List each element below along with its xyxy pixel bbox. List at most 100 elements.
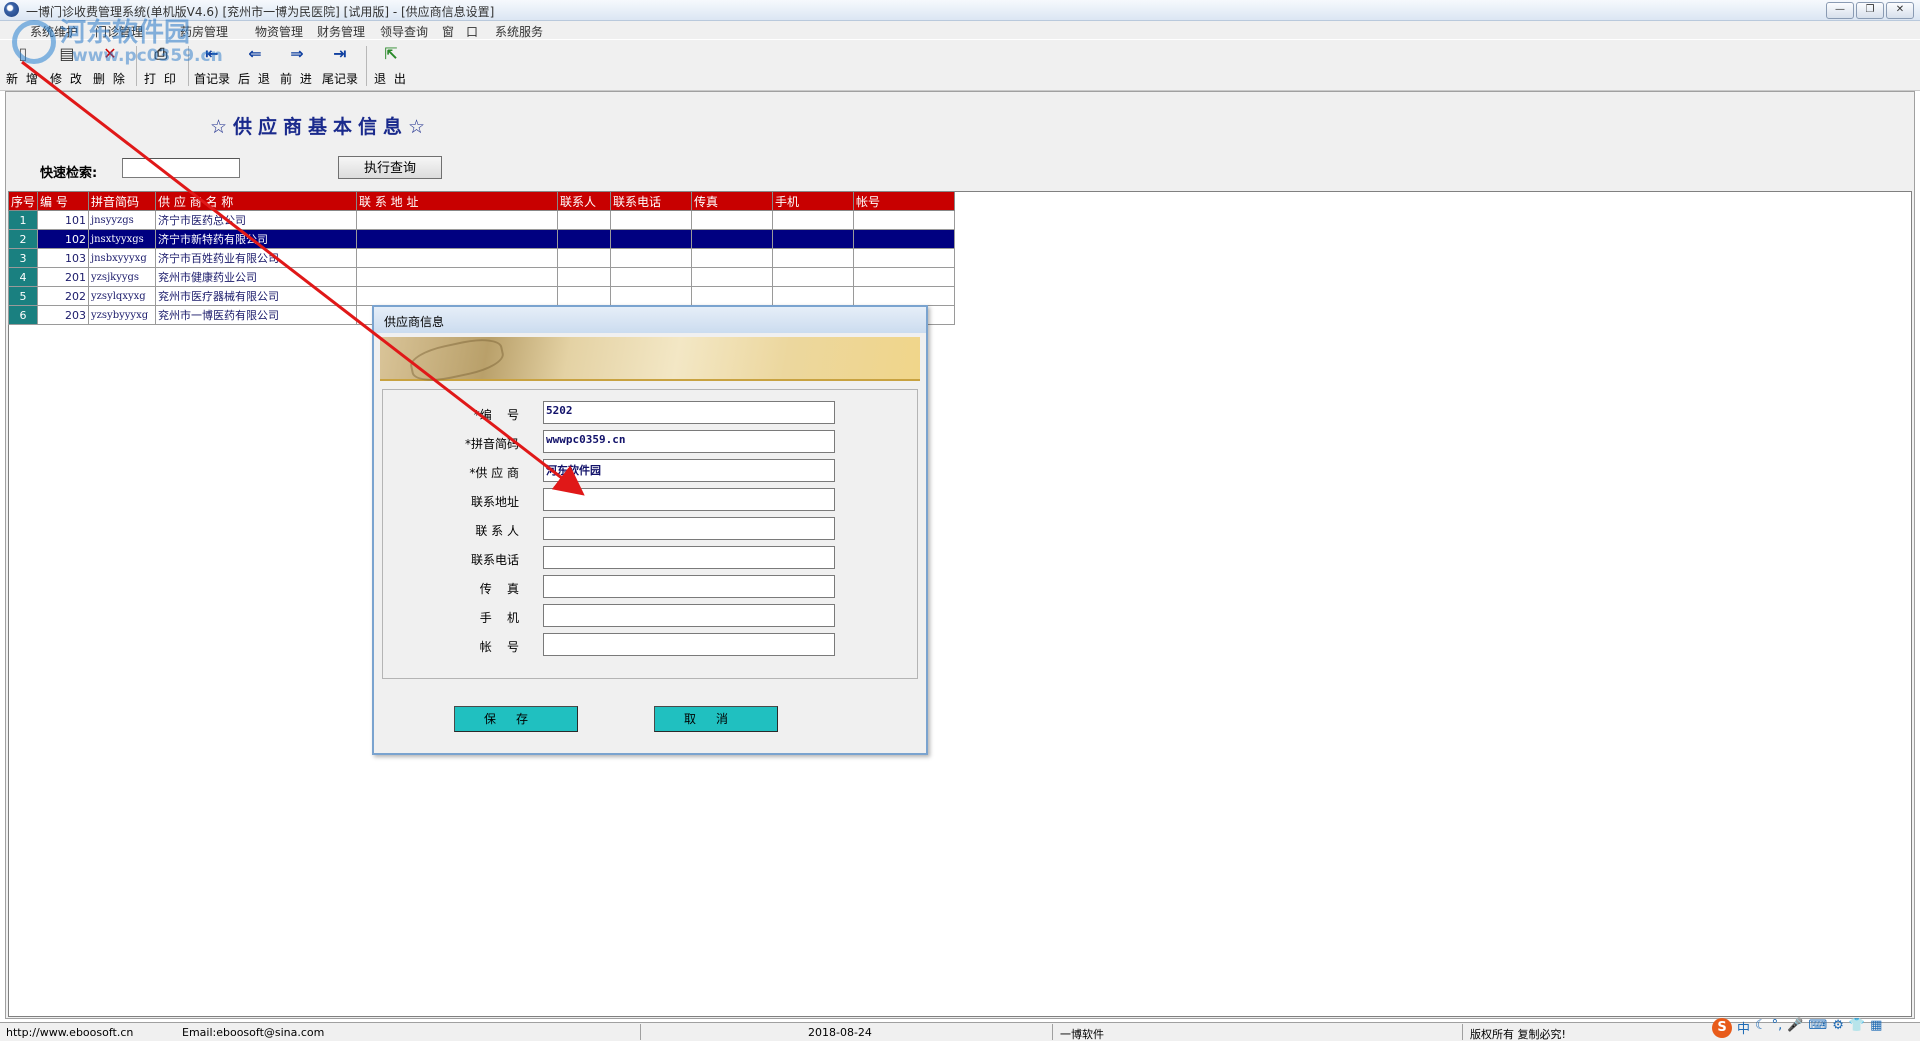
- phone-field[interactable]: [543, 546, 835, 569]
- supplier-name-field[interactable]: 河东软件园: [543, 459, 835, 482]
- punctuation-icon[interactable]: °,: [1772, 1018, 1783, 1040]
- app-icon: [4, 2, 19, 17]
- column-header-address[interactable]: 联 系 地 址: [356, 191, 559, 211]
- cell-contact: [557, 248, 612, 268]
- cell-address: [356, 286, 559, 306]
- dialog-title-bar[interactable]: 供应商信息: [374, 307, 926, 333]
- mobile-field[interactable]: [543, 604, 835, 627]
- column-header-pinyin[interactable]: 拼音简码: [88, 191, 157, 211]
- close-button[interactable]: ✕: [1886, 2, 1914, 19]
- cell-name: 济宁市新特药有限公司: [155, 229, 358, 249]
- cell-code: 101: [37, 210, 90, 230]
- menu-finance[interactable]: 财务管理: [317, 23, 365, 40]
- save-button[interactable]: 保存: [454, 706, 578, 732]
- supplier-info-dialog: 供应商信息 *编 号 5202 *拼音简码 wwwpc0359.cn *供 应 …: [372, 305, 928, 755]
- menu-leader-query[interactable]: 领导查询: [380, 23, 428, 40]
- field-label-contact: 联 系 人: [475, 524, 519, 538]
- cell-pinyin: yzsylqxyxg: [88, 286, 157, 306]
- watermark-logo: [12, 20, 56, 64]
- cell-code: 203: [37, 305, 90, 325]
- cell-mobile: [772, 286, 855, 306]
- field-label-fax: 传 真: [479, 582, 519, 596]
- cell-name: 兖州市医疗器械有限公司: [155, 286, 358, 306]
- last-record-button[interactable]: ⇥ 尾记录: [322, 44, 358, 87]
- table-header-row: 序号 编 号 拼音简码 供 应 商 名 称 联 系 地 址 联系人 联系电话 传…: [7, 191, 956, 211]
- account-field[interactable]: [543, 633, 835, 656]
- cell-account: [853, 229, 956, 249]
- cell-mobile: [772, 267, 855, 287]
- cell-seq: 6: [7, 305, 39, 325]
- column-header-seq[interactable]: 序号: [7, 191, 39, 211]
- cell-address: [356, 210, 559, 230]
- column-header-phone[interactable]: 联系电话: [610, 191, 693, 211]
- exit-button[interactable]: ⇱ 退 出: [374, 44, 408, 87]
- status-email: Email:eboosoft@sina.com: [182, 1026, 325, 1039]
- cell-account: [853, 286, 956, 306]
- cell-account: [853, 267, 956, 287]
- status-divider: [1462, 1024, 1463, 1040]
- address-field[interactable]: [543, 488, 835, 511]
- cancel-button[interactable]: 取消: [654, 706, 778, 732]
- cell-pinyin: yzsjkyygs: [88, 267, 157, 287]
- cell-seq: 3: [7, 248, 39, 268]
- cell-pinyin: jnsyyzgs: [88, 210, 157, 230]
- table-row[interactable]: 1 101 jnsyyzgs 济宁市医药总公司: [7, 210, 956, 230]
- cell-address: [356, 248, 559, 268]
- cell-mobile: [772, 210, 855, 230]
- menu-supplies[interactable]: 物资管理: [255, 23, 303, 40]
- next-button[interactable]: ⇒ 前 进: [280, 44, 314, 87]
- cell-pinyin: jnsbxyyyxg: [88, 248, 157, 268]
- table-row[interactable]: 3 103 jnsbxyyyxg 济宁市百姓药业有限公司: [7, 248, 956, 268]
- cell-name: 兖州市健康药业公司: [155, 267, 358, 287]
- field-label-code: *编 号: [473, 408, 519, 422]
- restore-button[interactable]: ❐: [1856, 2, 1884, 19]
- cell-phone: [610, 286, 693, 306]
- code-field[interactable]: 5202: [543, 401, 835, 424]
- menu-window[interactable]: 窗 口: [442, 23, 478, 40]
- contact-field[interactable]: [543, 517, 835, 540]
- cell-address: [356, 229, 559, 249]
- sogou-ime-icon[interactable]: S: [1712, 1018, 1732, 1038]
- status-divider: [1052, 1024, 1053, 1040]
- field-label-phone: 联系电话: [470, 553, 519, 567]
- moon-icon[interactable]: ☾: [1755, 1018, 1767, 1040]
- search-input[interactable]: [122, 158, 240, 178]
- cell-name: 济宁市医药总公司: [155, 210, 358, 230]
- column-header-name[interactable]: 供 应 商 名 称: [155, 191, 358, 211]
- settings-icon[interactable]: ⚙: [1832, 1018, 1844, 1040]
- exit-door-icon: ⇱: [384, 44, 398, 63]
- title-bar: 一博门诊收费管理系统(单机版V4.6) [兖州市一博为民医院] [试用版] - …: [0, 0, 1920, 21]
- ime-chinese-mode[interactable]: 中: [1737, 1018, 1750, 1040]
- table-row[interactable]: 5 202 yzsylqxyxg 兖州市医疗器械有限公司: [7, 286, 956, 306]
- watermark-text: 河东软件园: [60, 18, 191, 48]
- minimize-button[interactable]: —: [1826, 2, 1854, 19]
- grid-menu-icon[interactable]: ▦: [1870, 1018, 1882, 1040]
- cell-fax: [691, 286, 774, 306]
- keyboard-icon[interactable]: ⌨: [1809, 1018, 1828, 1040]
- column-header-fax[interactable]: 传真: [691, 191, 774, 211]
- cell-code: 102: [37, 229, 90, 249]
- fax-field[interactable]: [543, 575, 835, 598]
- toolbar: ▯ 新 增 ▤ 修 改 ✕ 删 除 ⎙ 打 印 ⇤ 首记录 ⇐ 后 退 ⇒ 前 …: [0, 40, 1920, 91]
- cell-phone: [610, 210, 693, 230]
- previous-button[interactable]: ⇐ 后 退: [238, 44, 272, 87]
- cell-phone: [610, 229, 693, 249]
- menu-system-service[interactable]: 系统服务: [495, 23, 543, 40]
- skin-icon[interactable]: 👕: [1849, 1018, 1865, 1040]
- table-row-selected[interactable]: 2 102 jnsxtyyxgs 济宁市新特药有限公司: [7, 229, 956, 249]
- cell-code: 202: [37, 286, 90, 306]
- cell-code: 201: [37, 267, 90, 287]
- execute-query-button[interactable]: 执行查询: [338, 156, 442, 179]
- column-header-mobile[interactable]: 手机: [772, 191, 855, 211]
- cell-seq: 1: [7, 210, 39, 230]
- dialog-title: 供应商信息: [384, 315, 445, 329]
- table-row[interactable]: 4 201 yzsjkyygs 兖州市健康药业公司: [7, 267, 956, 287]
- column-header-account[interactable]: 帐号: [853, 191, 956, 211]
- column-header-code[interactable]: 编 号: [37, 191, 90, 211]
- status-divider: [640, 1024, 641, 1040]
- microphone-icon[interactable]: 🎤: [1787, 1018, 1803, 1040]
- pinyin-field[interactable]: wwwpc0359.cn: [543, 430, 835, 453]
- window-controls: — ❐ ✕: [1826, 2, 1914, 19]
- column-header-contact[interactable]: 联系人: [557, 191, 612, 211]
- field-label-pinyin: *拼音简码: [464, 437, 519, 451]
